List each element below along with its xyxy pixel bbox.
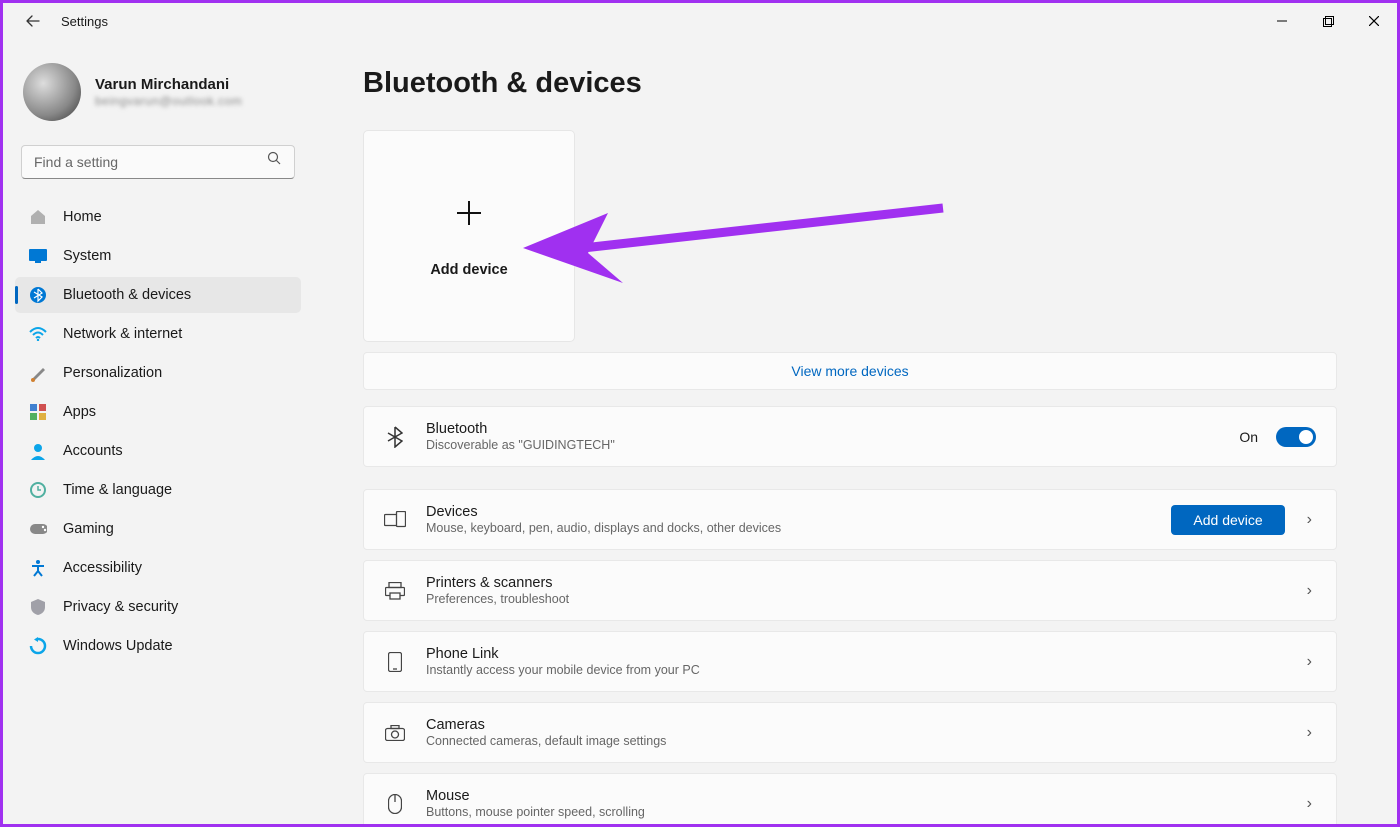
accessibility-icon — [29, 559, 47, 577]
plus-icon — [451, 195, 487, 240]
setting-title: Devices — [426, 504, 1151, 520]
devices-row[interactable]: Devices Mouse, keyboard, pen, audio, dis… — [363, 489, 1337, 550]
printer-icon — [384, 580, 406, 602]
shield-icon — [29, 598, 47, 616]
arrow-left-icon — [25, 13, 41, 29]
nav-label: Bluetooth & devices — [63, 287, 191, 303]
nav-label: Accessibility — [63, 560, 142, 576]
window-title: Settings — [61, 14, 108, 29]
system-icon — [29, 247, 47, 265]
chevron-right-icon: › — [1303, 795, 1316, 813]
search-input[interactable] — [21, 145, 295, 179]
nav-label: Apps — [63, 404, 96, 420]
nav-apps[interactable]: Apps — [15, 394, 301, 430]
nav-personalization[interactable]: Personalization — [15, 355, 301, 391]
nav-gaming[interactable]: Gaming — [15, 511, 301, 547]
setting-title: Cameras — [426, 717, 1283, 733]
close-button[interactable] — [1351, 3, 1397, 39]
nav-update[interactable]: Windows Update — [15, 628, 301, 664]
nav-system[interactable]: System — [15, 238, 301, 274]
nav-privacy[interactable]: Privacy & security — [15, 589, 301, 625]
phone-icon — [384, 651, 406, 673]
setting-sub: Preferences, troubleshoot — [426, 592, 1283, 606]
setting-sub: Discoverable as "GUIDINGTECH" — [426, 438, 1219, 452]
nav-bluetooth[interactable]: Bluetooth & devices — [15, 277, 301, 313]
bluetooth-row: Bluetooth Discoverable as "GUIDINGTECH" … — [363, 406, 1337, 467]
setting-title: Bluetooth — [426, 421, 1219, 437]
setting-title: Phone Link — [426, 646, 1283, 662]
minimize-button[interactable] — [1259, 3, 1305, 39]
nav-time[interactable]: Time & language — [15, 472, 301, 508]
nav-label: Accounts — [63, 443, 123, 459]
camera-icon — [384, 722, 406, 744]
close-icon — [1369, 16, 1379, 26]
page-title: Bluetooth & devices — [363, 67, 1337, 100]
back-button[interactable] — [25, 13, 41, 29]
nav-label: Home — [63, 209, 102, 225]
profile-email: beingvarun@outlook.com — [95, 94, 242, 108]
nav-label: Network & internet — [63, 326, 182, 342]
chevron-right-icon: › — [1303, 511, 1316, 529]
add-device-tile[interactable]: Add device — [363, 130, 575, 342]
setting-sub: Instantly access your mobile device from… — [426, 663, 1283, 677]
nav-label: Privacy & security — [63, 599, 178, 615]
bluetooth-toggle[interactable] — [1276, 427, 1316, 447]
view-more-devices[interactable]: View more devices — [363, 352, 1337, 390]
maximize-button[interactable] — [1305, 3, 1351, 39]
nav-accounts[interactable]: Accounts — [15, 433, 301, 469]
maximize-icon — [1323, 16, 1334, 27]
home-icon — [29, 208, 47, 226]
setting-sub: Buttons, mouse pointer speed, scrolling — [426, 805, 1283, 819]
link-text: View more devices — [791, 363, 908, 379]
profile-name: Varun Mirchandani — [95, 76, 242, 93]
setting-sub: Mouse, keyboard, pen, audio, displays an… — [426, 521, 1151, 535]
nav-label: Windows Update — [63, 638, 173, 654]
setting-title: Printers & scanners — [426, 575, 1283, 591]
nav: Home System Bluetooth & devices Network … — [15, 199, 301, 664]
devices-icon — [384, 509, 406, 531]
bluetooth-icon — [384, 426, 406, 448]
toggle-label: On — [1239, 429, 1258, 445]
cameras-row[interactable]: Cameras Connected cameras, default image… — [363, 702, 1337, 763]
nav-network[interactable]: Network & internet — [15, 316, 301, 352]
window-controls — [1259, 3, 1397, 39]
printers-row[interactable]: Printers & scanners Preferences, trouble… — [363, 560, 1337, 621]
sidebar: Varun Mirchandani beingvarun@outlook.com… — [3, 39, 313, 824]
nav-label: Personalization — [63, 365, 162, 381]
bluetooth-icon — [29, 286, 47, 304]
wifi-icon — [29, 325, 47, 343]
nav-home[interactable]: Home — [15, 199, 301, 235]
apps-icon — [29, 403, 47, 421]
minimize-icon — [1277, 16, 1287, 26]
add-device-label: Add device — [430, 262, 507, 278]
profile-block[interactable]: Varun Mirchandani beingvarun@outlook.com — [15, 55, 301, 141]
setting-sub: Connected cameras, default image setting… — [426, 734, 1283, 748]
chevron-right-icon: › — [1303, 582, 1316, 600]
avatar — [23, 63, 81, 121]
clock-icon — [29, 481, 47, 499]
main-content: Bluetooth & devices Add device View more… — [313, 39, 1397, 824]
mouse-icon — [384, 793, 406, 815]
brush-icon — [29, 364, 47, 382]
chevron-right-icon: › — [1303, 724, 1316, 742]
phone-link-row[interactable]: Phone Link Instantly access your mobile … — [363, 631, 1337, 692]
add-device-button[interactable]: Add device — [1171, 505, 1284, 535]
nav-accessibility[interactable]: Accessibility — [15, 550, 301, 586]
update-icon — [29, 637, 47, 655]
nav-label: System — [63, 248, 111, 264]
gamepad-icon — [29, 520, 47, 538]
setting-title: Mouse — [426, 788, 1283, 804]
titlebar: Settings — [3, 3, 1397, 39]
chevron-right-icon: › — [1303, 653, 1316, 671]
nav-label: Gaming — [63, 521, 114, 537]
person-icon — [29, 442, 47, 460]
nav-label: Time & language — [63, 482, 172, 498]
mouse-row[interactable]: Mouse Buttons, mouse pointer speed, scro… — [363, 773, 1337, 824]
